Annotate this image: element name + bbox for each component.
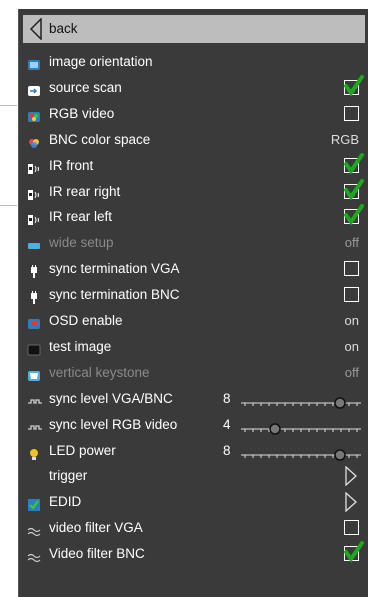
menu-item-label: OSD enable	[49, 313, 123, 328]
menu-item-label: IR rear right	[49, 183, 121, 199]
menu-item-bnc-color-space[interactable]: BNC color space RGB	[23, 127, 365, 153]
slider-value: 4	[223, 416, 231, 432]
checkbox-checked[interactable]	[344, 541, 364, 563]
wave-icon	[27, 547, 41, 563]
menu-item-value: RGB	[330, 131, 359, 147]
menu-item-ir-rear-right[interactable]: IR rear right	[23, 178, 365, 205]
menu-item-ir-front[interactable]: IR front	[23, 152, 365, 179]
green-check-icon	[344, 541, 364, 563]
color-space-icon	[27, 133, 41, 148]
side-bracket-bottom	[0, 205, 17, 206]
menu-item-label: sync level RGB video	[49, 416, 178, 432]
menu-item-label: BNC color space	[49, 131, 151, 147]
menu-item-label: video filter VGA	[49, 520, 143, 536]
menu-item-label: IR rear left	[49, 209, 113, 225]
bulb-icon	[27, 444, 41, 460]
wave-icon	[27, 521, 41, 537]
slider-knob	[269, 422, 281, 435]
slider-value: 8	[223, 390, 231, 406]
menu-item-vertical-keystone: vertical keystone off	[23, 360, 365, 386]
menu-item-wide-setup: wide setup off	[23, 230, 365, 256]
back-arrow-icon	[29, 18, 42, 40]
menu-item-value: off	[344, 235, 359, 251]
wide-setup-icon	[27, 236, 41, 250]
back-row[interactable]: back	[23, 15, 365, 43]
checkbox-unchecked[interactable]	[344, 520, 359, 536]
menu-item-value: on	[344, 313, 359, 328]
menu-item-trigger[interactable]: trigger	[23, 463, 365, 489]
checkmark-icon	[27, 495, 41, 512]
menu-item-edid[interactable]: EDID	[23, 489, 365, 515]
sync-level-icon	[27, 418, 42, 432]
menu-item-osd-enable[interactable]: OSD enable on	[23, 308, 365, 334]
osd-icon	[27, 314, 41, 329]
menu-item-label: IR front	[49, 157, 94, 173]
menu-item-label: sync termination VGA	[49, 261, 180, 277]
green-check-icon	[344, 204, 364, 226]
menu-item-image-orientation[interactable]: image orientation	[23, 49, 365, 75]
keystone-icon	[27, 366, 41, 381]
menu-item-label: sync level VGA/BNC	[49, 390, 173, 406]
sync-level-icon	[27, 392, 42, 406]
rgb-video-icon	[27, 107, 41, 122]
menu-item-label: source scan	[49, 79, 122, 95]
menu-item-label: vertical keystone	[49, 364, 150, 380]
menu-item-label: image orientation	[49, 54, 153, 69]
side-bracket-top	[0, 105, 17, 106]
checkbox-unchecked[interactable]	[344, 105, 359, 121]
plug-icon	[27, 288, 41, 305]
menu-item-label: trigger	[49, 468, 88, 484]
menu-item-source-scan[interactable]: source scan	[23, 74, 365, 101]
menu-item-video-filter-bnc[interactable]: Video filter BNC	[23, 541, 365, 567]
ir-sensor-icon	[27, 210, 41, 226]
menu-item-led-power[interactable]: LED power 8	[23, 438, 365, 464]
slider-track[interactable]	[239, 419, 363, 435]
green-check-icon	[344, 74, 364, 97]
menu-item-video-filter-vga[interactable]: video filter VGA	[23, 515, 365, 541]
back-label: back	[49, 21, 78, 36]
menu-item-rgb-video[interactable]: RGB video	[23, 101, 365, 127]
ir-sensor-icon	[27, 185, 41, 200]
checkbox-checked[interactable]	[344, 178, 364, 200]
checkbox-unchecked[interactable]	[344, 287, 359, 303]
slider-knob	[334, 448, 346, 461]
checkbox-unchecked[interactable]	[344, 261, 359, 277]
menu-item-value: off	[344, 364, 359, 380]
menu-item-test-image[interactable]: test image on	[23, 334, 365, 360]
osd-menu-panel: back image orientation source scan RGB vid…	[18, 9, 368, 597]
green-check-icon	[344, 178, 364, 200]
checkbox-checked[interactable]	[344, 152, 364, 175]
slider-track[interactable]	[239, 393, 363, 409]
slider-value: 8	[223, 442, 231, 458]
menu-item-value: on	[344, 338, 359, 354]
menu-item-ir-rear-left[interactable]: IR rear left	[23, 204, 365, 230]
image-orientation-icon	[27, 55, 41, 70]
slider-track[interactable]	[239, 445, 363, 461]
green-check-icon	[344, 152, 364, 175]
menu-item-sync-level-rgb-video[interactable]: sync level RGB video 4	[23, 412, 365, 438]
menu-item-sync-termination-vga[interactable]: sync termination VGA	[23, 256, 365, 282]
ir-sensor-icon	[27, 159, 41, 174]
menu-item-label: Video filter BNC	[49, 546, 145, 562]
menu-item-sync-level-vga-bnc[interactable]: sync level VGA/BNC 8	[23, 386, 365, 412]
checkbox-checked[interactable]	[344, 204, 364, 226]
menu-item-label: sync termination BNC	[49, 287, 180, 303]
menu-item-label: EDID	[49, 494, 82, 510]
slider-knob	[334, 396, 346, 409]
menu-item-label: test image	[49, 338, 112, 354]
menu-item-label: wide setup	[49, 235, 114, 251]
menu-item-label: RGB video	[49, 105, 115, 121]
source-scan-icon	[27, 81, 41, 96]
checkbox-checked[interactable]	[344, 74, 364, 97]
menu-item-label: LED power	[49, 442, 116, 458]
test-image-icon	[27, 340, 41, 356]
menu-item-sync-termination-bnc[interactable]: sync termination BNC	[23, 282, 365, 308]
plug-icon	[27, 262, 41, 279]
